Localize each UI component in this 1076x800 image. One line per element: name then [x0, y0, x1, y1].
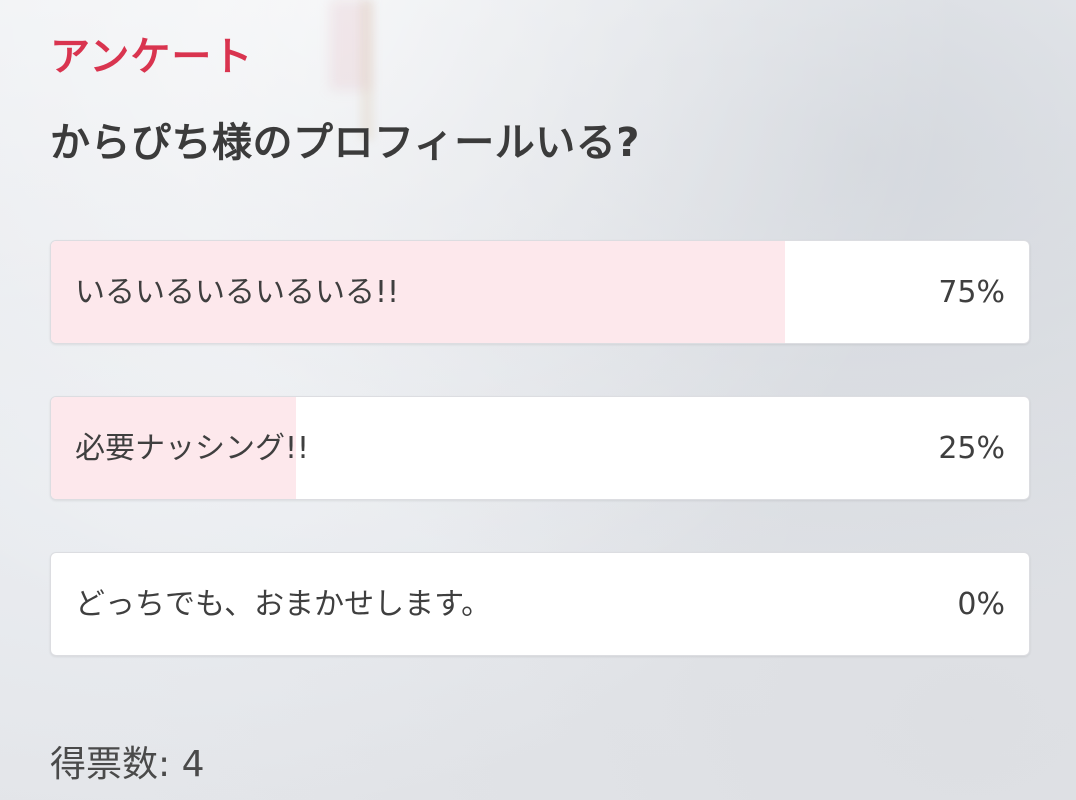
option-text: 必要ナッシング!! — [75, 431, 310, 466]
option-percent: 75% — [938, 275, 1005, 310]
survey-label: アンケート — [50, 34, 254, 80]
survey-option-1[interactable]: いるいるいるいるいる!! 75% — [50, 240, 1030, 344]
vote-count: 得票数: 4 — [50, 744, 205, 785]
survey-option-2[interactable]: 必要ナッシング!! 25% — [50, 396, 1030, 500]
option-text: いるいるいるいるいる!! — [75, 275, 400, 310]
option-text: どっちでも、おまかせします。 — [75, 587, 492, 622]
survey-question: からぴち様のプロフィールいる? — [50, 120, 640, 166]
option-percent: 25% — [938, 431, 1005, 466]
survey-option-3[interactable]: どっちでも、おまかせします。 0% — [50, 552, 1030, 656]
option-percent: 0% — [957, 587, 1005, 622]
